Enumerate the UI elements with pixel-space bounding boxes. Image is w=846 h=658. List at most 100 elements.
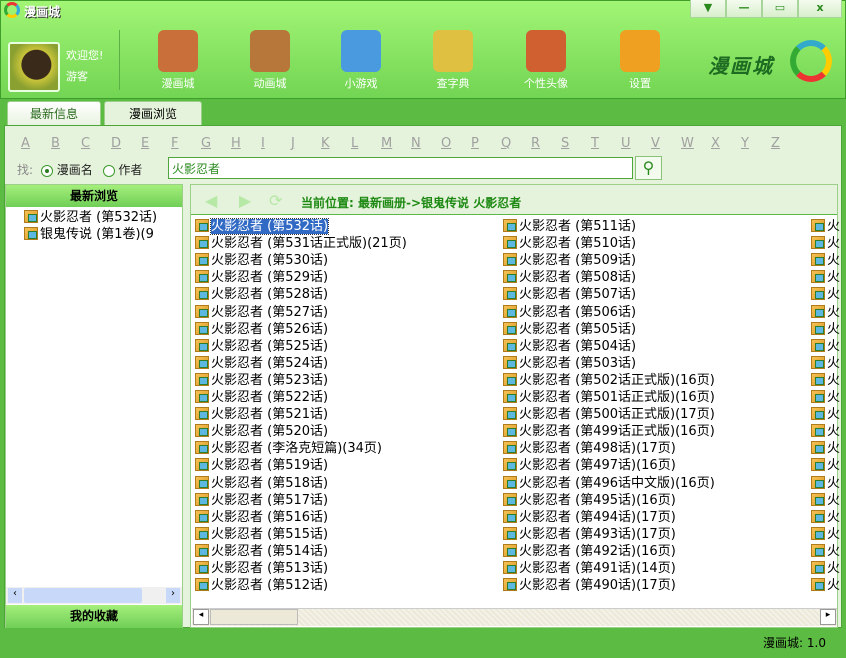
favorites-button[interactable]: 我的收藏 <box>6 605 182 628</box>
chapter-item[interactable]: 火 <box>811 509 840 526</box>
letter-filter-i[interactable]: I <box>261 136 265 151</box>
chapter-item[interactable]: 火影忍者 (第504话) <box>503 338 636 355</box>
chapter-item[interactable]: 火影忍者 (第515话) <box>195 526 328 543</box>
chapter-item[interactable]: 火影忍者 (李洛克短篇)(34页) <box>195 440 382 457</box>
chapter-item[interactable]: 火影忍者 (第513话) <box>195 560 328 577</box>
letter-filter-a[interactable]: A <box>21 136 30 151</box>
chapter-item[interactable]: 火影忍者 (第505话) <box>503 321 636 338</box>
chapter-item[interactable]: 火影忍者 (第506话) <box>503 304 636 321</box>
minimize-button[interactable]: — <box>726 0 762 18</box>
chapter-item[interactable]: 火影忍者 (第492话)(16页) <box>503 543 676 560</box>
toolbar-house-button[interactable]: 漫画城 <box>143 30 213 91</box>
chapter-item[interactable]: 火 <box>811 304 840 321</box>
letter-filter-x[interactable]: X <box>711 136 720 151</box>
list-hscrollbar[interactable]: ◂ ▸ <box>192 608 837 626</box>
recent-item[interactable]: 火影忍者 (第532话) <box>24 209 182 226</box>
letter-filter-s[interactable]: S <box>561 136 569 151</box>
toolbar-magnifier-button[interactable]: 查字典 <box>418 30 488 91</box>
chapter-item[interactable]: 火 <box>811 406 840 423</box>
toolbar-signpost-button[interactable]: 动画城 <box>235 30 305 91</box>
chapter-item[interactable]: 火 <box>811 543 840 560</box>
chapter-item[interactable]: 火影忍者 (第491话)(14页) <box>503 560 676 577</box>
chapter-item[interactable]: 火影忍者 (第508话) <box>503 269 636 286</box>
chapter-item[interactable]: 火 <box>811 252 840 269</box>
chapter-item[interactable]: 火影忍者 (第497话)(16页) <box>503 457 676 474</box>
letter-filter-o[interactable]: O <box>441 136 451 151</box>
chapter-item[interactable]: 火影忍者 (第532话) <box>195 218 330 235</box>
chapter-item[interactable]: 火影忍者 (第498话)(17页) <box>503 440 676 457</box>
chapter-item[interactable]: 火影忍者 (第517话) <box>195 492 328 509</box>
chapter-item[interactable]: 火影忍者 (第530话) <box>195 252 328 269</box>
chapter-item[interactable]: 火影忍者 (第520话) <box>195 423 328 440</box>
chapter-item[interactable]: 火影忍者 (第518话) <box>195 475 328 492</box>
chapter-item[interactable]: 火影忍者 (第524话) <box>195 355 328 372</box>
letter-filter-h[interactable]: H <box>231 136 241 151</box>
chapter-item[interactable]: 火影忍者 (第519话) <box>195 457 328 474</box>
letter-filter-d[interactable]: D <box>111 136 121 151</box>
chapter-item[interactable]: 火影忍者 (第512话) <box>195 577 328 594</box>
letter-filter-b[interactable]: B <box>51 136 60 151</box>
letter-filter-e[interactable]: E <box>141 136 149 151</box>
letter-filter-w[interactable]: W <box>681 136 694 151</box>
letter-filter-c[interactable]: C <box>81 136 90 151</box>
close-button[interactable]: x <box>798 0 842 18</box>
letter-filter-r[interactable]: R <box>531 136 540 151</box>
maximize-button[interactable]: ▭ <box>762 0 798 18</box>
scroll-left-button[interactable]: ‹ <box>8 588 22 603</box>
chapter-item[interactable]: 火影忍者 (第490话)(17页) <box>503 577 676 594</box>
chapter-item[interactable]: 火影忍者 (第522话) <box>195 389 328 406</box>
chapter-item[interactable]: 火影忍者 (第529话) <box>195 269 328 286</box>
scroll-right-button[interactable]: ▸ <box>820 609 836 625</box>
chapter-item[interactable]: 火 <box>811 218 840 235</box>
chapter-item[interactable]: 火影忍者 (第503话) <box>503 355 636 372</box>
tab-latest-info[interactable]: 最新信息 <box>7 101 101 125</box>
chapter-item[interactable]: 火 <box>811 321 840 338</box>
chapter-item[interactable]: 火 <box>811 475 840 492</box>
radio-author[interactable] <box>102 164 115 177</box>
letter-filter-l[interactable]: L <box>351 136 358 151</box>
chapter-item[interactable]: 火影忍者 (第528话) <box>195 286 328 303</box>
scroll-left-button[interactable]: ◂ <box>193 609 209 625</box>
chapter-item[interactable]: 火 <box>811 338 840 355</box>
chapter-item[interactable]: 火影忍者 (第511话) <box>503 218 636 235</box>
letter-filter-p[interactable]: P <box>471 136 479 151</box>
toolbar-person-button[interactable]: 个性头像 <box>511 30 581 91</box>
left-hscrollbar[interactable]: ‹ › <box>6 587 182 604</box>
chapter-item[interactable]: 火影忍者 (第495话)(16页) <box>503 492 676 509</box>
chapter-item[interactable]: 火 <box>811 389 840 406</box>
chapter-item[interactable]: 火 <box>811 440 840 457</box>
letter-filter-g[interactable]: G <box>201 136 211 151</box>
toolbar-gear-button[interactable]: 设置 <box>605 30 675 91</box>
letter-filter-m[interactable]: M <box>381 136 392 151</box>
chapter-item[interactable]: 火 <box>811 577 840 594</box>
back-icon[interactable]: ◀ <box>205 191 217 210</box>
chapter-item[interactable]: 火影忍者 (第494话)(17页) <box>503 509 676 526</box>
scroll-thumb[interactable] <box>210 609 298 625</box>
chapter-item[interactable]: 火影忍者 (第500话正式版)(17页) <box>503 406 715 423</box>
chapter-item[interactable]: 火影忍者 (第510话) <box>503 235 636 252</box>
menu-dropdown-button[interactable]: ▼ <box>690 0 726 18</box>
avatar[interactable] <box>8 42 60 92</box>
chapter-item[interactable]: 火 <box>811 423 840 440</box>
chapter-item[interactable]: 火 <box>811 457 840 474</box>
chapter-item[interactable]: 火 <box>811 355 840 372</box>
chapter-item[interactable]: 火影忍者 (第526话) <box>195 321 328 338</box>
chapter-item[interactable]: 火影忍者 (第493话)(17页) <box>503 526 676 543</box>
chapter-item[interactable]: 火 <box>811 560 840 577</box>
search-input[interactable]: 火影忍者 <box>168 157 633 179</box>
recent-item[interactable]: 银鬼传说 (第1卷)(9 <box>24 226 182 243</box>
chapter-item[interactable]: 火影忍者 (第531话正式版)(21页) <box>195 235 407 252</box>
chapter-item[interactable]: 火 <box>811 269 840 286</box>
scroll-thumb[interactable] <box>24 588 142 603</box>
chapter-item[interactable]: 火影忍者 (第509话) <box>503 252 636 269</box>
chapter-item[interactable]: 火 <box>811 526 840 543</box>
chapter-item[interactable]: 火 <box>811 286 840 303</box>
letter-filter-u[interactable]: U <box>621 136 631 151</box>
chapter-item[interactable]: 火 <box>811 492 840 509</box>
tab-comic-browse[interactable]: 漫画浏览 <box>104 101 202 126</box>
scroll-right-button[interactable]: › <box>166 588 180 603</box>
letter-filter-n[interactable]: N <box>411 136 421 151</box>
chapter-item[interactable]: 火影忍者 (第521话) <box>195 406 328 423</box>
chapter-item[interactable]: 火影忍者 (第527话) <box>195 304 328 321</box>
chapter-item[interactable]: 火影忍者 (第516话) <box>195 509 328 526</box>
